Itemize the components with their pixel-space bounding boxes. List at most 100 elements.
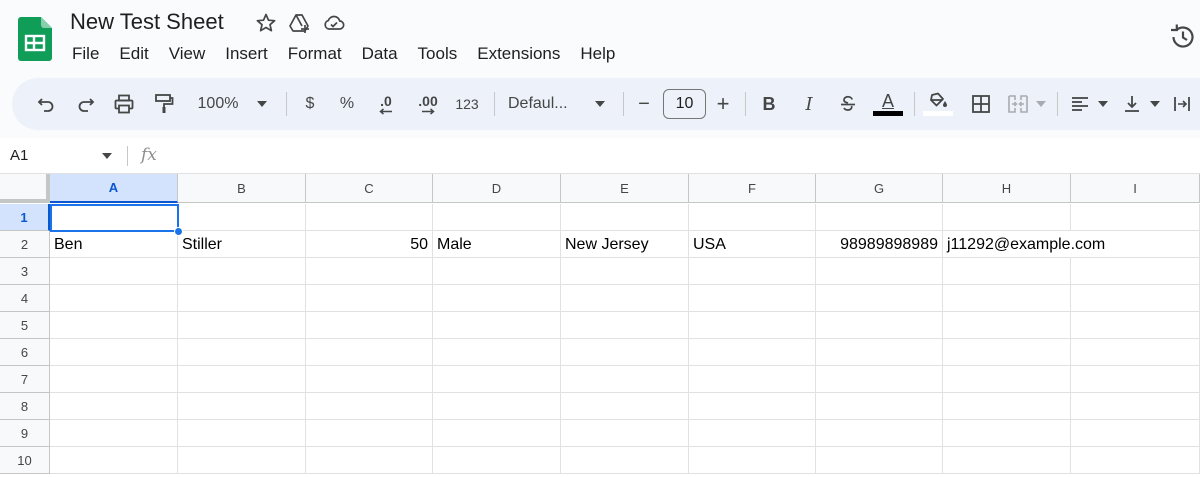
paint-format-icon[interactable]	[152, 90, 176, 118]
cell-e6[interactable]	[561, 339, 689, 366]
cell-a9[interactable]	[50, 420, 178, 447]
column-header-c[interactable]: C	[306, 174, 433, 203]
merge-chevron-down-icon[interactable]	[1034, 90, 1048, 118]
cell-i8[interactable]	[1071, 393, 1200, 420]
zoom-select[interactable]: 100%	[190, 90, 246, 118]
cell-a6[interactable]	[50, 339, 178, 366]
increase-decimal-button[interactable]: .00	[412, 90, 444, 118]
cell-e10[interactable]	[561, 447, 689, 474]
row-header-6[interactable]: 6	[0, 339, 50, 366]
print-icon[interactable]	[112, 90, 136, 118]
column-header-b[interactable]: B	[178, 174, 306, 203]
cell-b9[interactable]	[178, 420, 306, 447]
sheets-logo-icon[interactable]	[18, 17, 52, 61]
row-header-4[interactable]: 4	[0, 285, 50, 312]
cell-e4[interactable]	[561, 285, 689, 312]
cell-a5[interactable]	[50, 312, 178, 339]
cell-c9[interactable]	[306, 420, 433, 447]
percent-format-button[interactable]: %	[337, 90, 357, 118]
fill-color-button[interactable]	[922, 90, 954, 118]
valign-chevron-down-icon[interactable]	[1148, 90, 1162, 118]
cell-h2[interactable]: j11292@example.com	[943, 231, 1105, 258]
cell-c8[interactable]	[306, 393, 433, 420]
cell-i9[interactable]	[1071, 420, 1200, 447]
document-title[interactable]: New Test Sheet	[70, 9, 224, 35]
cell-c3[interactable]	[306, 258, 433, 285]
cell-e7[interactable]	[561, 366, 689, 393]
redo-icon[interactable]	[74, 90, 98, 118]
cell-f1[interactable]	[689, 204, 816, 231]
cell-d7[interactable]	[433, 366, 561, 393]
horizontal-align-icon[interactable]	[1068, 90, 1092, 118]
menu-file[interactable]: File	[62, 42, 109, 67]
strikethrough-icon[interactable]	[836, 90, 860, 118]
vertical-align-icon[interactable]	[1120, 90, 1144, 118]
column-header-i[interactable]: I	[1071, 174, 1200, 203]
formula-input[interactable]	[175, 144, 1185, 168]
cell-g9[interactable]	[816, 420, 943, 447]
currency-format-button[interactable]: $	[300, 90, 320, 118]
cell-d6[interactable]	[433, 339, 561, 366]
name-box-chevron-down-icon[interactable]	[102, 153, 112, 159]
increase-font-size-button[interactable]: +	[713, 90, 733, 118]
cell-g10[interactable]	[816, 447, 943, 474]
cell-h3[interactable]	[943, 258, 1071, 285]
row-header-1[interactable]: 1	[0, 204, 50, 231]
cell-f2[interactable]: USA	[689, 231, 816, 258]
cell-a3[interactable]	[50, 258, 178, 285]
cell-g8[interactable]	[816, 393, 943, 420]
cell-c10[interactable]	[306, 447, 433, 474]
spreadsheet-grid[interactable]: A B C D E F G H I 1 2 Ben Stiller 50 Male New Jersey USA…	[0, 174, 1200, 477]
cell-i2[interactable]	[1071, 231, 1200, 258]
cell-g5[interactable]	[816, 312, 943, 339]
cell-b4[interactable]	[178, 285, 306, 312]
cell-i7[interactable]	[1071, 366, 1200, 393]
column-header-a[interactable]: A	[50, 174, 178, 203]
cell-c5[interactable]	[306, 312, 433, 339]
cell-d8[interactable]	[433, 393, 561, 420]
cell-f6[interactable]	[689, 339, 816, 366]
cell-g6[interactable]	[816, 339, 943, 366]
cell-e9[interactable]	[561, 420, 689, 447]
cell-f7[interactable]	[689, 366, 816, 393]
row-header-5[interactable]: 5	[0, 312, 50, 339]
cell-f8[interactable]	[689, 393, 816, 420]
menu-format[interactable]: Format	[278, 42, 352, 67]
text-wrapping-icon[interactable]	[1170, 90, 1194, 118]
cell-b7[interactable]	[178, 366, 306, 393]
menu-view[interactable]: View	[159, 42, 216, 67]
cell-b10[interactable]	[178, 447, 306, 474]
cell-g1[interactable]	[816, 204, 943, 231]
font-size-input[interactable]: 10	[663, 89, 706, 119]
cell-b6[interactable]	[178, 339, 306, 366]
cell-h6[interactable]	[943, 339, 1071, 366]
cell-f3[interactable]	[689, 258, 816, 285]
cell-g3[interactable]	[816, 258, 943, 285]
cell-f5[interactable]	[689, 312, 816, 339]
row-header-3[interactable]: 3	[0, 258, 50, 285]
cell-f10[interactable]	[689, 447, 816, 474]
zoom-chevron-down-icon[interactable]	[254, 90, 270, 118]
menu-edit[interactable]: Edit	[109, 42, 158, 67]
cell-d3[interactable]	[433, 258, 561, 285]
cell-h4[interactable]	[943, 285, 1071, 312]
select-all-corner[interactable]	[0, 174, 50, 203]
row-header-7[interactable]: 7	[0, 366, 50, 393]
menu-data[interactable]: Data	[352, 42, 408, 67]
font-chevron-down-icon[interactable]	[592, 90, 608, 118]
cell-d4[interactable]	[433, 285, 561, 312]
row-header-8[interactable]: 8	[0, 393, 50, 420]
cell-h7[interactable]	[943, 366, 1071, 393]
menu-help[interactable]: Help	[570, 42, 625, 67]
cell-a2[interactable]: Ben	[50, 231, 178, 258]
cell-g7[interactable]	[816, 366, 943, 393]
menu-insert[interactable]: Insert	[215, 42, 278, 67]
cell-d5[interactable]	[433, 312, 561, 339]
menu-extensions[interactable]: Extensions	[467, 42, 570, 67]
cell-i6[interactable]	[1071, 339, 1200, 366]
cell-h5[interactable]	[943, 312, 1071, 339]
cell-e5[interactable]	[561, 312, 689, 339]
cell-a4[interactable]	[50, 285, 178, 312]
italic-button[interactable]: I	[798, 90, 820, 118]
more-formats-button[interactable]: 123	[452, 90, 482, 118]
